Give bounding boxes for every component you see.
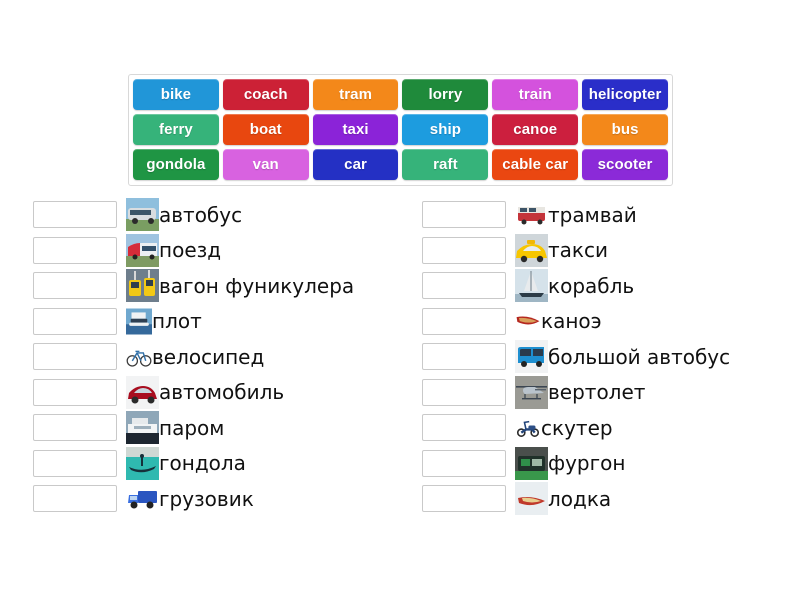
answer-row-label: фургон	[548, 451, 626, 476]
answer-row: гондола	[33, 446, 410, 482]
word-tile-bike[interactable]: bike	[133, 79, 219, 110]
answer-row-label: каноэ	[541, 309, 602, 334]
raft-photo	[126, 305, 152, 338]
answer-row: лодка	[422, 481, 799, 517]
cable-car-photo	[126, 269, 159, 303]
answer-drop-blank[interactable]	[422, 201, 506, 229]
answer-row-label: корабль	[548, 273, 635, 298]
car-photo	[126, 375, 159, 409]
answer-drop-blank[interactable]	[422, 272, 506, 300]
lorry-photo	[126, 482, 159, 516]
word-bank-row: ferry boat taxi ship canoe bus	[133, 114, 668, 145]
answer-row: паром	[33, 410, 410, 446]
word-tile-coach[interactable]: coach	[222, 79, 309, 110]
answer-row-label: плот	[152, 309, 202, 334]
answer-column-left: автобус поезд вагон фуникулера плот велосипе…	[33, 197, 410, 517]
word-tile-boat[interactable]: boat	[222, 114, 309, 145]
answer-row-label: автобус	[159, 202, 243, 227]
answer-row-label: велосипед	[152, 344, 265, 369]
answer-drop-blank[interactable]	[33, 343, 117, 371]
gondola-photo	[126, 446, 159, 480]
word-tile-scooter[interactable]: scooter	[582, 149, 668, 180]
answer-drop-blank[interactable]	[33, 414, 117, 442]
word-tile-raft[interactable]: raft	[402, 149, 489, 180]
answer-row: большой автобус	[422, 339, 799, 375]
answer-row: плот	[33, 304, 410, 340]
answer-drop-blank[interactable]	[422, 414, 506, 442]
answer-drop-blank[interactable]	[33, 272, 117, 300]
answer-row: автомобиль	[33, 375, 410, 411]
answer-row-label: гондола	[159, 451, 246, 476]
answer-drop-blank[interactable]	[422, 449, 506, 477]
word-tile-bus[interactable]: bus	[582, 114, 668, 145]
answer-drop-blank[interactable]	[33, 201, 117, 229]
word-tile-car[interactable]: car	[312, 149, 399, 180]
word-tile-ship[interactable]: ship	[402, 114, 489, 145]
answer-row-label: паром	[159, 415, 225, 440]
canoe-photo	[515, 305, 541, 338]
answer-columns: автобус поезд вагон фуникулера плот велосипе…	[0, 197, 800, 517]
answer-row-label: лодка	[548, 486, 612, 511]
word-tile-cable-car[interactable]: cable car	[492, 149, 579, 180]
van-photo	[515, 446, 548, 480]
word-bank-row: gondola van car raft cable car scooter	[133, 149, 668, 180]
word-tile-gondola[interactable]: gondola	[133, 149, 219, 180]
taxi-photo	[515, 233, 548, 267]
word-bank-row: bike coach tram lorry train helicopter	[133, 79, 668, 110]
answer-row: корабль	[422, 268, 799, 304]
helicopter-photo	[515, 375, 548, 409]
answer-drop-blank[interactable]	[422, 485, 506, 513]
tram-photo	[515, 198, 548, 232]
answer-row: велосипед	[33, 339, 410, 375]
answer-row-label: вагон фуникулера	[159, 273, 355, 298]
answer-row: трамвай	[422, 197, 799, 233]
word-bank: bike coach tram lorry train helicopter ferry bo…	[128, 74, 673, 186]
bicycle-photo	[126, 340, 152, 373]
answer-row-label: большой автобус	[548, 344, 731, 369]
answer-drop-blank[interactable]	[33, 378, 117, 406]
exercise-page: bike coach tram lorry train helicopter ferry bo…	[0, 0, 800, 600]
answer-row: такси	[422, 233, 799, 269]
answer-row: каноэ	[422, 304, 799, 340]
answer-row: вагон фуникулера	[33, 268, 410, 304]
scooter-photo	[515, 411, 541, 444]
word-tile-helicopter[interactable]: helicopter	[582, 79, 668, 110]
bus-photo	[515, 340, 548, 374]
answer-row-label: вертолет	[548, 380, 646, 405]
answer-row-label: грузовик	[159, 486, 254, 511]
boat-photo	[515, 482, 548, 516]
word-tile-train[interactable]: train	[492, 79, 579, 110]
answer-row-label: такси	[548, 238, 608, 263]
answer-row: вертолет	[422, 375, 799, 411]
answer-row: автобус	[33, 197, 410, 233]
answer-drop-blank[interactable]	[33, 307, 117, 335]
train-photo	[126, 233, 159, 267]
answer-row-label: трамвай	[548, 202, 637, 227]
word-tile-taxi[interactable]: taxi	[312, 114, 399, 145]
answer-row-label: скутер	[541, 415, 613, 440]
answer-drop-blank[interactable]	[33, 236, 117, 264]
answer-row-label: поезд	[159, 238, 222, 263]
word-tile-lorry[interactable]: lorry	[402, 79, 489, 110]
answer-row-label: автомобиль	[159, 380, 285, 405]
answer-drop-blank[interactable]	[422, 307, 506, 335]
word-tile-canoe[interactable]: canoe	[492, 114, 579, 145]
answer-row: грузовик	[33, 481, 410, 517]
ship-photo	[515, 269, 548, 303]
answer-row: фургон	[422, 446, 799, 482]
word-tile-ferry[interactable]: ferry	[133, 114, 219, 145]
word-tile-tram[interactable]: tram	[312, 79, 399, 110]
answer-drop-blank[interactable]	[33, 449, 117, 477]
answer-drop-blank[interactable]	[422, 236, 506, 264]
answer-column-right: трамвай такси корабль каноэ большой автобус в…	[422, 197, 799, 517]
ferry-photo	[126, 411, 159, 445]
answer-row: скутер	[422, 410, 799, 446]
answer-drop-blank[interactable]	[33, 485, 117, 513]
answer-row: поезд	[33, 233, 410, 269]
answer-drop-blank[interactable]	[422, 343, 506, 371]
coach-photo	[126, 198, 159, 232]
word-tile-van[interactable]: van	[222, 149, 309, 180]
answer-drop-blank[interactable]	[422, 378, 506, 406]
